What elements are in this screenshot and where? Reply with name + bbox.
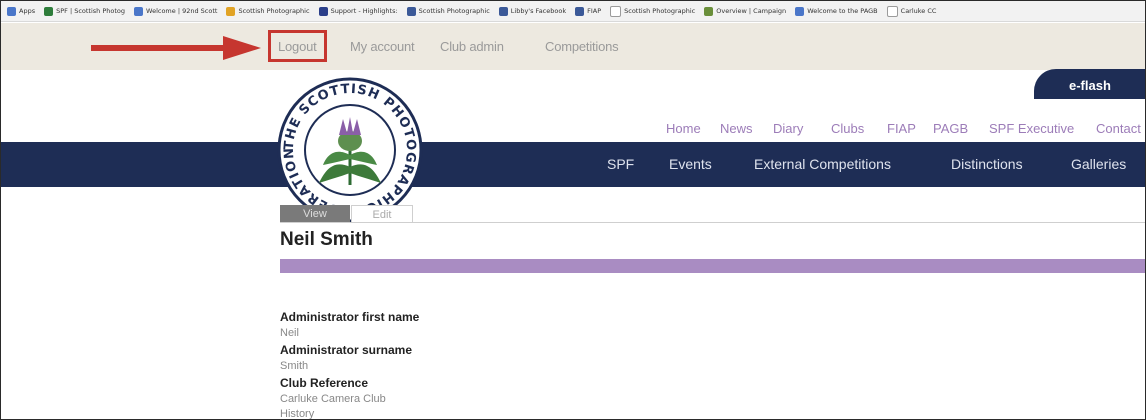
bookmark-icon xyxy=(7,6,16,16)
bookmark-icon xyxy=(704,6,714,16)
tab-divider xyxy=(280,222,1145,223)
facebook-icon xyxy=(406,6,416,16)
field-value-first-name: Neil xyxy=(280,327,299,339)
nav-pagb[interactable]: PAGB xyxy=(933,121,968,136)
bookmark-item[interactable]: Scottish Photographic xyxy=(610,5,695,17)
nav-spf[interactable]: SPF xyxy=(607,156,634,172)
field-value-history: History xyxy=(280,408,315,420)
eflash-tab[interactable]: e-flash xyxy=(1034,69,1145,99)
bookmark-item[interactable]: Welcome | 92nd Scott xyxy=(134,6,217,16)
browser-viewport: Apps SPF | Scottish Photog Welcome | 92n… xyxy=(0,0,1146,420)
bookmarks-bar: Apps SPF | Scottish Photog Welcome | 92n… xyxy=(1,1,1145,22)
bookmark-item[interactable]: Carluke CC xyxy=(886,5,936,17)
bookmark-item[interactable]: Overview | Campaign xyxy=(704,6,786,16)
nav-fiap[interactable]: FIAP xyxy=(887,121,916,136)
bookmark-icon xyxy=(318,6,328,16)
nav-home[interactable]: Home xyxy=(666,121,701,136)
field-label-first-name: Administrator first name xyxy=(280,310,420,324)
nav-news[interactable]: News xyxy=(720,121,753,136)
bookmark-item[interactable]: FIAP xyxy=(575,6,601,16)
bookmark-icon xyxy=(226,6,236,16)
annotation-arrow-icon xyxy=(91,36,261,60)
page-icon xyxy=(610,5,622,17)
tab-edit[interactable]: Edit xyxy=(351,205,413,222)
nav-contact[interactable]: Contact xyxy=(1096,121,1141,136)
nav-clubs[interactable]: Clubs xyxy=(831,121,864,136)
nav-external-competitions[interactable]: External Competitions xyxy=(754,156,891,172)
logout-highlight-box xyxy=(268,30,327,62)
bookmark-icon xyxy=(44,6,54,16)
bookmark-item[interactable]: Support - Highlights: xyxy=(318,6,398,16)
bookmark-item[interactable]: Scottish Photographic xyxy=(406,6,490,16)
field-value-club-reference: Carluke Camera Club xyxy=(280,393,386,405)
title-accent-bar xyxy=(280,259,1145,273)
nav-galleries[interactable]: Galleries xyxy=(1071,156,1126,172)
facebook-icon xyxy=(498,6,508,16)
nav-spf-executive[interactable]: SPF Executive xyxy=(989,121,1074,136)
my-account-link[interactable]: My account xyxy=(350,39,415,54)
field-label-surname: Administrator surname xyxy=(280,343,413,357)
nav-distinctions[interactable]: Distinctions xyxy=(951,156,1023,172)
field-value-surname: Smith xyxy=(280,360,309,372)
bookmark-icon xyxy=(795,6,805,16)
nav-events[interactable]: Events xyxy=(669,156,712,172)
facebook-icon xyxy=(575,6,585,16)
bookmark-item[interactable]: Libby's Facebook xyxy=(498,6,566,16)
bookmark-icon xyxy=(134,6,144,16)
page-icon xyxy=(886,5,898,17)
field-label-club-reference: Club Reference xyxy=(280,376,369,390)
tab-view[interactable]: View xyxy=(280,205,350,222)
page-title: Neil Smith xyxy=(280,229,373,250)
competitions-link[interactable]: Competitions xyxy=(545,39,619,54)
bookmark-item[interactable]: Welcome to the PAGB xyxy=(795,6,878,16)
bookmark-item[interactable]: Scottish Photographic xyxy=(226,6,310,16)
nav-diary[interactable]: Diary xyxy=(773,121,803,136)
club-admin-link[interactable]: Club admin xyxy=(440,39,504,54)
spf-logo[interactable]: THE SCOTTISH PHOTOGRAPHIC FEDERATION xyxy=(275,75,425,225)
bookmark-item[interactable]: SPF | Scottish Photog xyxy=(44,6,125,16)
bookmark-item[interactable]: Apps xyxy=(7,6,35,16)
